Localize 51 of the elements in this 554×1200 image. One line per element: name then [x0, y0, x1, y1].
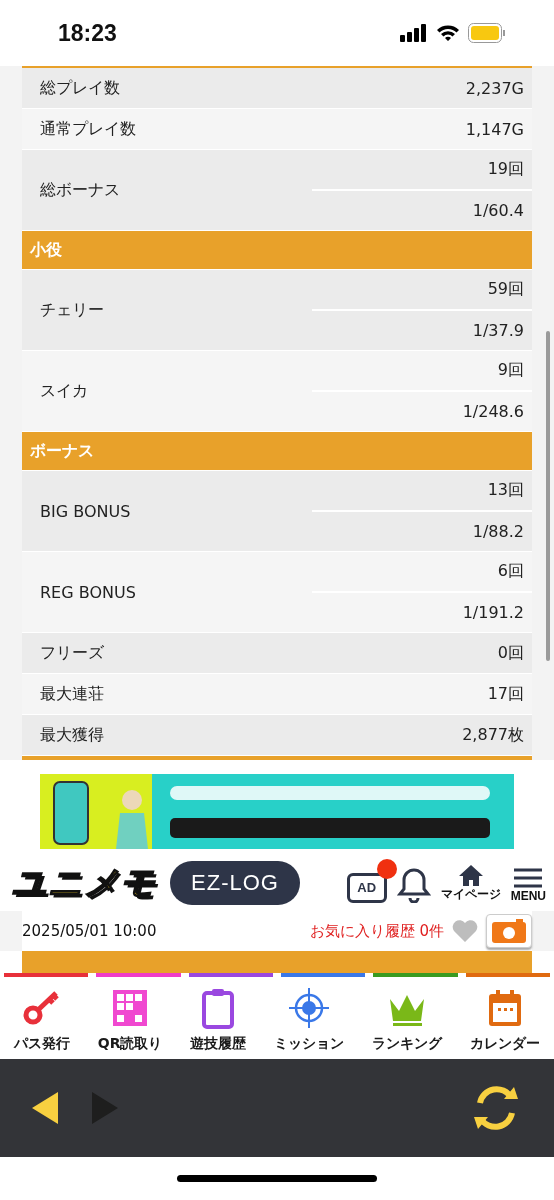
- stat-label: スイカ: [39, 380, 89, 402]
- stat-value: 2,877枚: [462, 724, 525, 746]
- stat-value: 9回: [312, 351, 532, 392]
- stat-value: 1/88.2: [471, 521, 525, 543]
- stat-value: 1/248.6: [461, 401, 525, 423]
- stat-value: 6回: [312, 552, 532, 593]
- home-icon: [457, 863, 484, 886]
- stat-label: 総ボーナス: [39, 179, 121, 201]
- stat-value: 1/60.4: [471, 200, 525, 222]
- stat-label: フリーズ: [39, 642, 105, 664]
- wifi-icon: [436, 24, 460, 42]
- date-text: 2025/05/01 10:00: [22, 922, 157, 940]
- stat-value: 1,147G: [465, 119, 525, 139]
- stat-value: 2,237G: [465, 78, 525, 98]
- back-button[interactable]: [30, 1090, 60, 1126]
- favorites-link[interactable]: お気に入り履歴 0件: [309, 921, 444, 941]
- tab-button[interactable]: ランキング: [372, 987, 443, 1053]
- ad-button[interactable]: AD: [346, 872, 387, 903]
- camera-icon: [491, 918, 527, 944]
- stat-value: 0回: [497, 642, 525, 664]
- tab-button[interactable]: QR読取り: [97, 987, 163, 1053]
- tab-button[interactable]: ミッション: [274, 987, 345, 1053]
- battery-icon: [468, 23, 506, 43]
- menu-button[interactable]: MENU: [510, 866, 546, 903]
- stat-value: 13回: [312, 471, 532, 512]
- bell-icon[interactable]: [396, 866, 431, 903]
- status-time: 18:23: [58, 19, 117, 47]
- app-logo[interactable]: ユニメモ: [12, 860, 156, 906]
- stat-value: 1/191.2: [461, 602, 525, 624]
- crosshair-icon: [289, 987, 330, 1029]
- mypage-button[interactable]: マイページ: [440, 863, 501, 903]
- stat-label: 通常プレイ数: [39, 118, 137, 140]
- camera-button[interactable]: [486, 914, 532, 948]
- stat-value: 17回: [487, 683, 525, 705]
- tab-button[interactable]: カレンダー: [470, 987, 540, 1053]
- tab-button[interactable]: パス発行: [13, 987, 70, 1053]
- ez-log-button[interactable]: EZ-LOG: [170, 861, 300, 905]
- signal-icon: [400, 24, 428, 42]
- stat-label: 総プレイ数: [39, 77, 121, 99]
- tab-button[interactable]: 遊技履歴: [190, 987, 247, 1053]
- stat-value: 1/37.9: [471, 320, 525, 342]
- stat-value: 19回: [312, 150, 532, 191]
- menu-icon: [513, 866, 544, 889]
- stat-label: チェリー: [39, 299, 105, 321]
- stat-label: 最大獲得: [39, 724, 105, 746]
- stat-label: 最大連荘: [39, 683, 105, 705]
- section-header: 小役: [22, 231, 532, 270]
- stat-value: 59回: [312, 270, 532, 311]
- section-header: ボーナス: [22, 432, 532, 471]
- stat-label: REG BONUS: [39, 582, 137, 602]
- stat-label: BIG BONUS: [39, 501, 132, 521]
